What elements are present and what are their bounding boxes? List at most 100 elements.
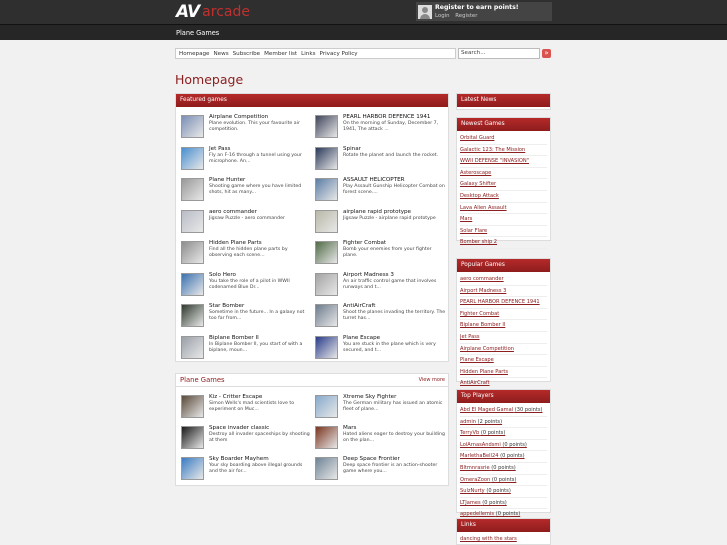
game-thumbnail[interactable] bbox=[181, 209, 204, 233]
player-name[interactable]: LTJames bbox=[460, 500, 481, 506]
game-title[interactable]: Space invader classic bbox=[209, 425, 269, 432]
sidebar-list-item[interactable]: Asteroscape bbox=[460, 168, 547, 180]
game-title[interactable]: AntiAirCraft bbox=[343, 303, 376, 310]
sidebar-list-item[interactable]: Plane Escape bbox=[460, 355, 547, 367]
game-thumbnail[interactable] bbox=[315, 304, 338, 327]
nav-homepage[interactable]: Homepage bbox=[179, 51, 210, 57]
player-name[interactable]: LolArnasAndsmi bbox=[460, 442, 501, 448]
player-name[interactable]: OmeraZoon bbox=[460, 477, 490, 483]
game-tile[interactable]: Hidden Plane Parts Find all the hidden pl… bbox=[178, 239, 312, 267]
sidebar-list-item[interactable]: MarlethaBell24 (0 points) bbox=[460, 451, 547, 463]
player-name[interactable]: SulzNurty bbox=[460, 488, 485, 494]
game-title[interactable]: Star Bomber bbox=[209, 303, 244, 310]
game-tile[interactable]: PEARL HARBOR DEFENCE 1941 On the morning … bbox=[312, 113, 446, 141]
game-thumbnail[interactable] bbox=[315, 115, 338, 138]
game-title[interactable]: Airplane Competition bbox=[209, 114, 268, 121]
game-thumbnail[interactable] bbox=[315, 272, 338, 296]
game-tile[interactable]: Plane Escape You are stuck in the plane w… bbox=[312, 334, 446, 362]
game-tile[interactable]: Star Bomber Sometime in the future... In … bbox=[178, 302, 312, 330]
sidebar-list-item[interactable]: Orbital Guard bbox=[460, 133, 547, 145]
game-title[interactable]: Airport Madness 3 bbox=[343, 272, 394, 279]
game-tile[interactable]: Biplane Bomber II In Biplane Bomber II, y… bbox=[178, 334, 312, 362]
sidebar-list-item[interactable]: WWII DEFENSE "INVASION" bbox=[460, 156, 547, 168]
sidebar-list-item[interactable]: SulzNurty (0 points) bbox=[460, 486, 547, 498]
game-thumbnail[interactable] bbox=[315, 178, 338, 201]
game-title[interactable]: Biplane Bomber II bbox=[209, 335, 259, 342]
sidebar-list-item[interactable]: Galactic 123: The Mission bbox=[460, 145, 547, 157]
player-name[interactable]: MarlethaBell24 bbox=[460, 453, 498, 459]
game-thumbnail[interactable] bbox=[181, 146, 204, 170]
site-logo[interactable]: AV arcade bbox=[176, 2, 250, 22]
game-tile[interactable]: AntiAirCraft Shoot the planes invading th… bbox=[312, 302, 446, 330]
game-title[interactable]: Plane Hunter bbox=[209, 177, 245, 184]
sidebar-list-item[interactable]: LolArnasAndsmi (0 points) bbox=[460, 440, 547, 452]
sidebar-list-item[interactable]: Bltmnrasrie (0 points) bbox=[460, 463, 547, 475]
sidebar-list-item[interactable]: OmeraZoon (0 points) bbox=[460, 475, 547, 487]
game-thumbnail[interactable] bbox=[181, 115, 204, 138]
game-tile[interactable]: Fighter Combat Bomb your enemies from you… bbox=[312, 239, 446, 267]
sidebar-list-item[interactable]: LTJames (0 points) bbox=[460, 498, 547, 510]
sidebar-list-item[interactable]: Bomber ship 2 bbox=[460, 237, 547, 249]
game-title[interactable]: Solo Hero bbox=[209, 272, 236, 279]
login-link[interactable]: Login bbox=[435, 13, 450, 19]
search-button[interactable]: » bbox=[542, 49, 551, 58]
nav-member-list[interactable]: Member list bbox=[264, 51, 297, 57]
game-tile[interactable]: Airplane Competition Plane evolution. Thi… bbox=[178, 113, 312, 141]
player-name[interactable]: appedellemis bbox=[460, 511, 494, 517]
sidebar-list-item[interactable]: TerryVb (0 points) bbox=[460, 428, 547, 440]
game-title[interactable]: Deep Space Frontier bbox=[343, 456, 400, 463]
game-tile[interactable]: Jet Pass Fly an F-16 through a tunnel usi… bbox=[178, 145, 312, 173]
sidebar-list-item[interactable]: Abd El Maged Gamal (30 points) bbox=[460, 405, 547, 417]
sidebar-list-item[interactable]: Galaxy Shifter bbox=[460, 179, 547, 191]
game-tile[interactable]: Sky Boarder Mayhem Your sky boarding abov… bbox=[178, 455, 312, 483]
game-thumbnail[interactable] bbox=[315, 395, 338, 418]
game-tile[interactable]: airplane rapid prototype Jigsaw Puzzle - … bbox=[312, 208, 446, 236]
game-tile[interactable]: Solo Hero You take the role of a pilot in… bbox=[178, 271, 312, 299]
player-name[interactable]: TerryVb bbox=[460, 430, 479, 436]
nav-privacy-policy[interactable]: Privacy Policy bbox=[320, 51, 358, 57]
register-link[interactable]: Register bbox=[455, 13, 477, 19]
game-thumbnail[interactable] bbox=[181, 426, 204, 449]
game-tile[interactable]: Kiz - Critter Escape Simon Wells's mad sc… bbox=[178, 393, 312, 421]
game-thumbnail[interactable] bbox=[181, 272, 204, 296]
sidebar-list-item[interactable]: Airport Madness 3 bbox=[460, 286, 547, 298]
game-tile[interactable]: Plane Hunter Shooting game where you have… bbox=[178, 176, 312, 204]
game-title[interactable]: aero commander bbox=[209, 209, 257, 216]
game-tile[interactable]: Mars Hated aliens eager to destroy your b… bbox=[312, 424, 446, 452]
game-tile[interactable]: Airport Madness 3 An air traffic control … bbox=[312, 271, 446, 299]
game-tile[interactable]: aero commander Jigsaw Puzzle - aero comma… bbox=[178, 208, 312, 236]
game-tile[interactable]: Spinar Rotate the planet and launch the r… bbox=[312, 145, 446, 173]
sidebar-list-item[interactable]: PEARL HARBOR DEFENCE 1941 bbox=[460, 297, 547, 309]
game-tile[interactable]: Xtreme Sky Fighter The German military ha… bbox=[312, 393, 446, 421]
category-link[interactable]: Plane Games bbox=[176, 29, 219, 37]
game-title[interactable]: Xtreme Sky Fighter bbox=[343, 394, 396, 401]
sidebar-list-item[interactable]: admin (2 points) bbox=[460, 417, 547, 429]
game-title[interactable]: Jet Pass bbox=[209, 146, 230, 153]
game-title[interactable]: ASSAULT HELICOPTER bbox=[343, 177, 405, 184]
game-thumbnail[interactable] bbox=[315, 457, 338, 480]
sidebar-list-item[interactable]: Airplane Competition bbox=[460, 344, 547, 356]
game-thumbnail[interactable] bbox=[315, 335, 338, 359]
sidebar-list-item[interactable]: Mars bbox=[460, 214, 547, 226]
game-thumbnail[interactable] bbox=[181, 457, 204, 480]
sidebar-list-item[interactable]: aero commander bbox=[460, 274, 547, 286]
search-input[interactable]: Search... bbox=[458, 48, 540, 59]
game-title[interactable]: Kiz - Critter Escape bbox=[209, 394, 262, 401]
game-title[interactable]: PEARL HARBOR DEFENCE 1941 bbox=[343, 114, 430, 121]
game-thumbnail[interactable] bbox=[315, 426, 338, 449]
game-thumbnail[interactable] bbox=[181, 395, 204, 418]
game-title[interactable]: Mars bbox=[343, 425, 356, 432]
sidebar-list-item[interactable]: Solar Flare bbox=[460, 226, 547, 238]
game-tile[interactable]: Space invader classic Destroy all invader… bbox=[178, 424, 312, 452]
game-thumbnail[interactable] bbox=[315, 146, 338, 170]
sidebar-list-item[interactable]: Biplane Bomber II bbox=[460, 320, 547, 332]
game-thumbnail[interactable] bbox=[315, 209, 338, 233]
game-title[interactable]: Fighter Combat bbox=[343, 240, 386, 247]
sidebar-list-item[interactable]: Jet Pass bbox=[460, 332, 547, 344]
game-tile[interactable]: ASSAULT HELICOPTER Play Assault Gunship H… bbox=[312, 176, 446, 204]
player-name[interactable]: admin bbox=[460, 419, 476, 425]
nav-links[interactable]: Links bbox=[301, 51, 315, 57]
nav-subscribe[interactable]: Subscribe bbox=[233, 51, 260, 57]
game-thumbnail[interactable] bbox=[181, 178, 204, 201]
view-more-link[interactable]: View more bbox=[419, 377, 445, 383]
